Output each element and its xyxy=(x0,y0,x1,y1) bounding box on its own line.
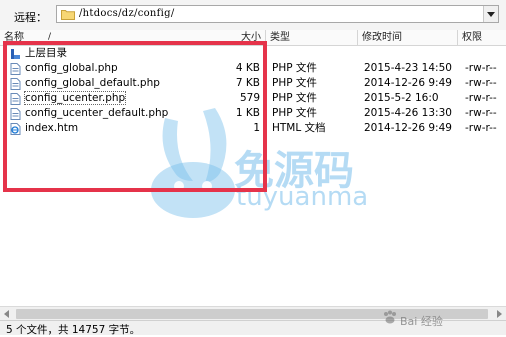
file-type: PHP 文件 xyxy=(272,62,317,74)
file-modified: 2015-4-26 13:30 xyxy=(364,107,452,119)
sort-indicator-icon: / xyxy=(48,32,52,42)
file-modified: 2014-12-26 9:49 xyxy=(364,77,452,89)
file-name: index.htm xyxy=(25,122,79,134)
column-name-label: 名称 xyxy=(4,32,24,43)
html-file-icon xyxy=(10,123,21,135)
corner-watermark: Bai 经验 xyxy=(400,315,443,328)
column-size[interactable]: 大小 xyxy=(198,30,266,45)
file-permissions: -rw-r-- xyxy=(465,122,497,134)
column-modified[interactable]: 修改时间 xyxy=(358,30,458,45)
file-permissions: -rw-r-- xyxy=(465,107,497,119)
php-file-icon xyxy=(10,93,21,105)
file-type: PHP 文件 xyxy=(272,77,317,89)
file-type: HTML 文档 xyxy=(272,122,326,134)
list-item[interactable]: index.htm 1 HTML 文档 2014-12-26 9:49 -rw-… xyxy=(0,121,506,136)
file-name: config_global.php xyxy=(25,62,118,74)
paw-icon xyxy=(384,310,396,324)
file-permissions: -rw-r-- xyxy=(465,77,497,89)
file-name: config_ucenter.php xyxy=(23,91,127,106)
folder-icon xyxy=(61,10,75,20)
list-item[interactable]: config_ucenter_default.php 1 KB PHP 文件 2… xyxy=(0,106,506,121)
remote-path-value[interactable]: /htdocs/dz/config/ xyxy=(79,8,175,19)
file-size: 4 KB xyxy=(235,62,260,74)
file-type: PHP 文件 xyxy=(272,92,317,104)
list-item-selected[interactable]: config_ucenter.php 579 PHP 文件 2015-5-2 1… xyxy=(0,91,506,106)
list-item[interactable]: config_global_default.php 7 KB PHP 文件 20… xyxy=(0,76,506,91)
remote-path-combobox[interactable]: /htdocs/dz/config/ xyxy=(56,5,499,23)
file-size: 1 KB xyxy=(235,107,260,119)
file-type: PHP 文件 xyxy=(272,107,317,119)
chevron-down-icon[interactable] xyxy=(483,6,498,22)
file-name-text: config_ucenter.php xyxy=(23,91,127,105)
php-file-icon xyxy=(10,63,21,75)
list-item[interactable]: config_global.php 4 KB PHP 文件 2015-4-23 … xyxy=(0,61,506,76)
remote-path-bar: 远程： /htdocs/dz/config/ xyxy=(0,0,506,31)
column-permissions[interactable]: 权限 xyxy=(458,30,506,45)
remote-label: 远程： xyxy=(14,11,47,24)
file-modified: 2014-12-26 9:49 xyxy=(364,122,452,134)
scroll-right-icon[interactable] xyxy=(492,307,506,321)
php-file-icon xyxy=(10,108,21,120)
file-name: config_ucenter_default.php xyxy=(25,107,169,119)
list-item-parent[interactable]: 上层目录 xyxy=(0,46,506,61)
file-permissions: -rw-r-- xyxy=(465,92,497,104)
file-size: 7 KB xyxy=(235,77,260,89)
file-name: 上层目录 xyxy=(25,47,67,59)
file-size: 1 xyxy=(253,122,260,134)
scroll-left-icon[interactable] xyxy=(0,307,14,321)
file-size: 579 xyxy=(239,92,260,104)
file-list-header: 名称 / 大小 类型 修改时间 权限 xyxy=(0,30,506,46)
file-permissions: -rw-r-- xyxy=(465,62,497,74)
file-name: config_global_default.php xyxy=(25,77,160,89)
file-modified: 2015-4-23 14:50 xyxy=(364,62,452,74)
php-file-icon xyxy=(10,78,21,90)
watermark-text-en: tuyuanma xyxy=(236,182,369,212)
parent-folder-icon xyxy=(11,49,20,59)
column-type[interactable]: 类型 xyxy=(266,30,358,45)
file-modified: 2015-5-2 16:0 xyxy=(364,92,439,104)
